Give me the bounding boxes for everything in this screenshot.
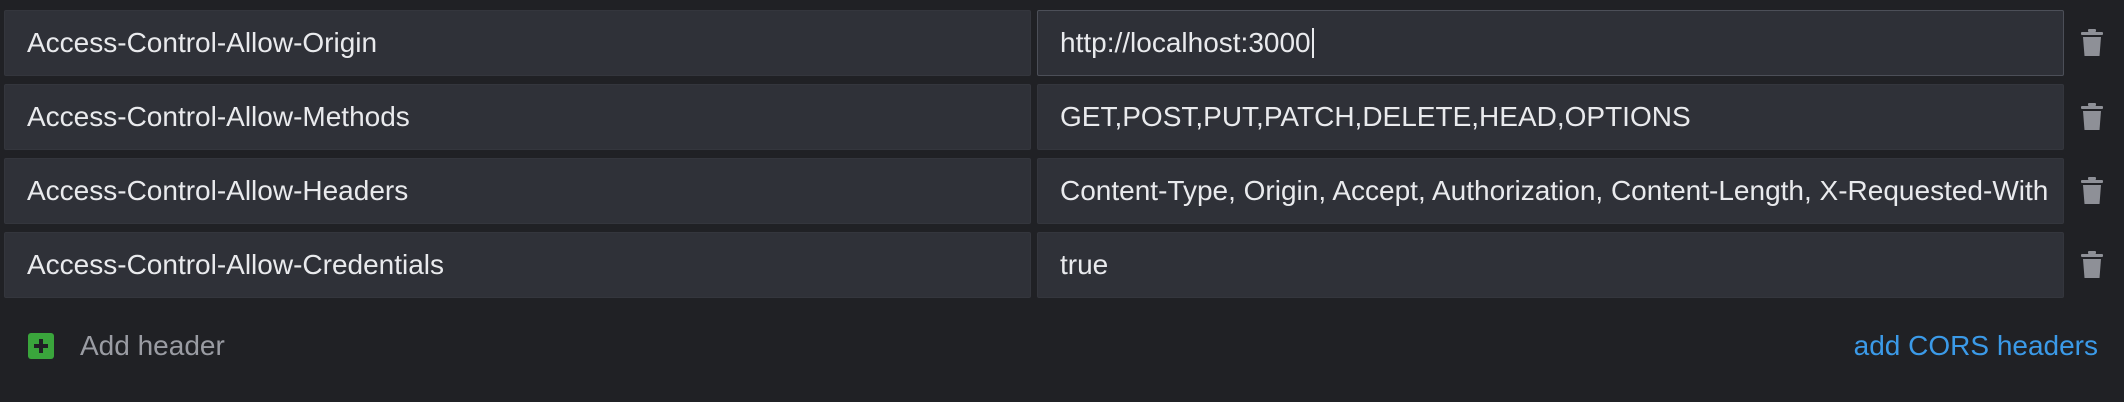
header-value-field[interactable]: http://localhost:3000 (1037, 10, 2064, 76)
header-value-text: http://localhost:3000 (1060, 27, 1311, 58)
header-row: Access-Control-Allow-Origin http://local… (0, 10, 2124, 76)
header-row: Access-Control-Allow-Methods GET,POST,PU… (0, 84, 2124, 150)
add-header-label: Add header (80, 330, 225, 361)
header-row: Access-Control-Allow-Headers Content-Typ… (0, 158, 2124, 224)
trash-icon[interactable] (2080, 177, 2104, 205)
header-value-text: true (1060, 249, 1109, 280)
header-key-text: Access-Control-Allow-Credentials (27, 249, 445, 280)
headers-footer: Add header add CORS headers (0, 322, 2124, 370)
header-key-field[interactable]: Access-Control-Allow-Origin (4, 10, 1031, 76)
trash-icon[interactable] (2080, 251, 2104, 279)
header-value-text: GET,POST,PUT,PATCH,DELETE,HEAD,OPTIONS (1060, 101, 1691, 132)
header-key-text: Access-Control-Allow-Origin (27, 27, 378, 58)
header-value-field[interactable]: GET,POST,PUT,PATCH,DELETE,HEAD,OPTIONS (1037, 84, 2064, 150)
plus-square-icon (28, 333, 54, 359)
header-key-field[interactable]: Access-Control-Allow-Methods (4, 84, 1031, 150)
add-cors-headers-link[interactable]: add CORS headers (1854, 331, 2098, 361)
header-key-field[interactable]: Access-Control-Allow-Headers (4, 158, 1031, 224)
trash-icon[interactable] (2080, 29, 2104, 57)
header-value-field[interactable]: true (1037, 232, 2064, 298)
header-key-text: Access-Control-Allow-Methods (27, 101, 410, 132)
headers-editor: Access-Control-Allow-Origin http://local… (0, 0, 2124, 402)
text-caret (1311, 27, 1314, 58)
add-header-button[interactable]: Add header (28, 331, 225, 361)
header-value-field[interactable]: Content-Type, Origin, Accept, Authorizat… (1037, 158, 2064, 224)
header-key-field[interactable]: Access-Control-Allow-Credentials (4, 232, 1031, 298)
trash-icon[interactable] (2080, 103, 2104, 131)
header-value-text: Content-Type, Origin, Accept, Authorizat… (1060, 175, 2049, 206)
header-row: Access-Control-Allow-Credentials true (0, 232, 2124, 298)
header-key-text: Access-Control-Allow-Headers (27, 175, 409, 206)
